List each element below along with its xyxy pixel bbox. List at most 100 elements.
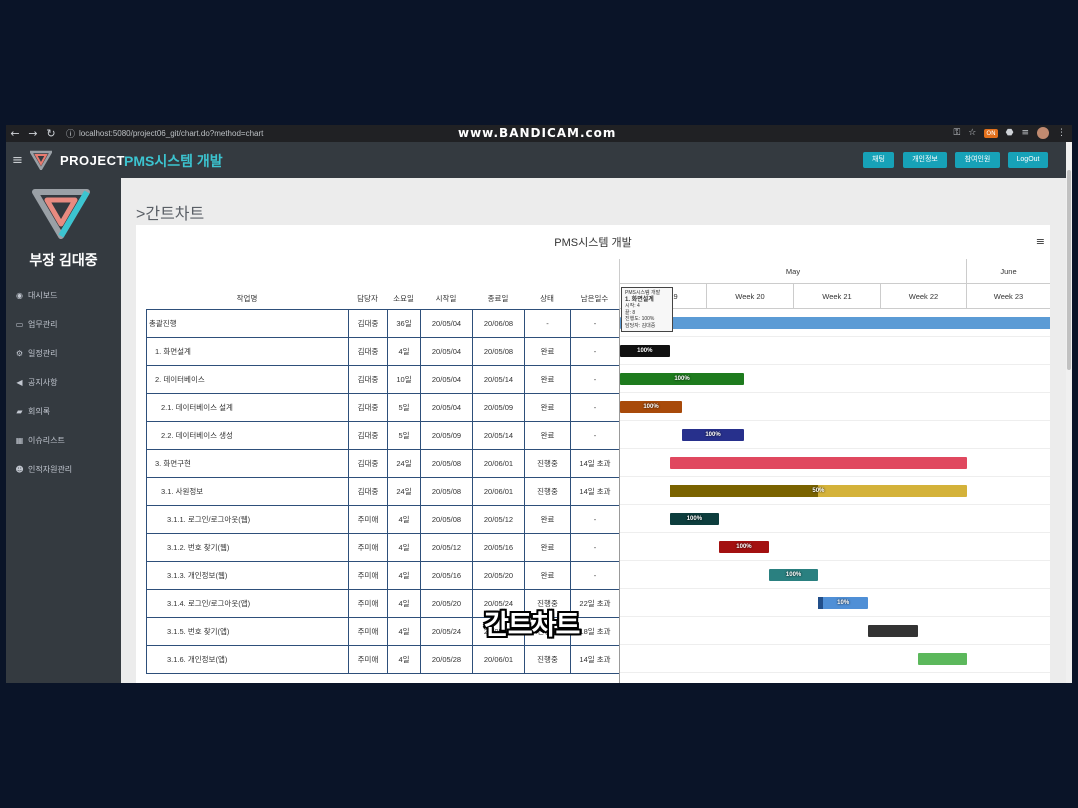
timeline-header: May June Week 19 Week 20 Week 21 Week 22… xyxy=(619,259,1050,309)
back-icon[interactable]: ← xyxy=(6,127,24,140)
profile-avatar[interactable] xyxy=(1037,127,1049,139)
gantt-bar[interactable]: 100% xyxy=(620,401,682,413)
table-cell-days: 24일 xyxy=(387,449,421,478)
table-row[interactable]: 3.1. 사원정보 김대중 24일 20/05/08 20/06/01 진행중 14일 초과 xyxy=(146,477,620,506)
user-name: 부장 김대중 xyxy=(29,252,98,268)
gantt-bar[interactable]: 10% xyxy=(818,597,868,609)
book-icon: ▰ xyxy=(16,407,23,416)
column-header[interactable]: 종료일 xyxy=(472,293,524,304)
gantt-bar[interactable] xyxy=(917,653,968,665)
column-header[interactable]: 상태 xyxy=(524,293,570,304)
gantt-bar[interactable] xyxy=(868,625,918,637)
gantt-bar[interactable]: 100% xyxy=(719,541,769,553)
extension-icon[interactable]: ON xyxy=(984,128,998,138)
table-row[interactable]: 2.2. 데이터베이스 생성 김대중 5일 20/05/09 20/05/14 완료 - xyxy=(146,421,620,450)
playlist-icon[interactable]: ≡ xyxy=(1021,128,1029,138)
sidebar-item-hr[interactable]: ☻ 인적자원관리 xyxy=(15,464,72,475)
table-row[interactable]: 3.1.6. 개인정보(앱) 주미애 4일 20/05/28 20/06/01 진행중 14… xyxy=(146,645,620,674)
brand-label: PROJECT xyxy=(60,153,125,168)
table-cell-end: 20/05/12 xyxy=(472,505,525,534)
sidebar-item-dashboard[interactable]: ◉ 대시보드 xyxy=(15,290,57,301)
table-cell-end: 20/05/09 xyxy=(472,393,525,422)
table-cell-name: 3.1. 사원정보 xyxy=(146,477,349,506)
column-header[interactable]: 남은일수 xyxy=(570,293,619,304)
table-cell-days: 4일 xyxy=(387,533,421,562)
table-cell-name: 3.1.2. 번호 찾기(웹) xyxy=(146,533,349,562)
table-cell-start: 20/05/12 xyxy=(420,533,473,562)
table-row[interactable]: 2. 데이터베이스 김대중 10일 20/05/04 20/05/14 완료 - xyxy=(146,365,620,394)
hamburger-icon[interactable]: ≡ xyxy=(12,153,23,168)
table-row[interactable]: 3.1.1. 로그인/로그아웃(웹) 주미애 4일 20/05/08 20/05/12 완… xyxy=(146,505,620,534)
forward-icon[interactable]: → xyxy=(24,127,42,140)
key-icon[interactable]: ⚿ xyxy=(953,128,960,138)
sidebar-item-label: 대시보드 xyxy=(28,291,58,300)
table-row[interactable]: 2.1. 데이터베이스 설계 김대중 5일 20/05/04 20/05/09 완료 - xyxy=(146,393,620,422)
table-cell-days: 4일 xyxy=(387,617,421,646)
gantt-bar[interactable]: 100% xyxy=(620,345,670,357)
table-cell-status: 완료 xyxy=(524,421,571,450)
main-content: >간트차트 PMS시스템 개발 ≡ 작업명 담당자 소요일 시작일 종료일 상태… xyxy=(121,178,1072,683)
table-row[interactable]: 3.1.2. 번호 찾기(웹) 주미애 4일 20/05/12 20/05/16 완료 - xyxy=(146,533,620,562)
star-icon[interactable]: ☆ xyxy=(968,128,976,138)
sidebar-item-notices[interactable]: ◀ 공지사항 xyxy=(15,377,57,388)
table-row[interactable]: 1. 화면설계 김대중 4일 20/05/04 20/05/08 완료 - xyxy=(146,337,620,366)
table-cell-owner: 김대중 xyxy=(348,449,388,478)
table-cell-end: 20/05/20 xyxy=(472,561,525,590)
info-icon[interactable]: ⓘ xyxy=(66,127,75,140)
table-cell-owner: 김대중 xyxy=(348,421,388,450)
week-header: Week 23 xyxy=(966,284,1050,309)
table-cell-start: 20/05/08 xyxy=(420,505,473,534)
pdf-extension-icon[interactable]: ⬣ xyxy=(1006,128,1014,138)
gantt-bar[interactable] xyxy=(620,317,1050,329)
sidebar-item-minutes[interactable]: ▰ 회의록 xyxy=(15,406,50,417)
profile-button[interactable]: 개인정보 xyxy=(903,152,947,168)
gantt-panel: PMS시스템 개발 ≡ 작업명 담당자 소요일 시작일 종료일 상태 남은일수 … xyxy=(136,225,1050,683)
table-cell-remain: 14일 초과 xyxy=(570,449,620,478)
members-button[interactable]: 참여인원 xyxy=(955,152,1000,168)
table-cell-owner: 김대중 xyxy=(348,309,388,338)
gantt-bar[interactable]: 100% xyxy=(768,569,819,581)
table-cell-days: 4일 xyxy=(387,505,421,534)
chat-button[interactable]: 채팅 xyxy=(863,152,894,168)
more-menu-icon[interactable]: ⋮ xyxy=(1057,128,1066,138)
column-header[interactable]: 작업명 xyxy=(146,293,348,304)
sidebar-item-issues[interactable]: ▦ 이슈리스트 xyxy=(15,435,65,446)
table-cell-remain: - xyxy=(570,365,620,394)
bar-progress-label: 100% xyxy=(736,544,752,550)
table-cell-status: 완료 xyxy=(524,561,571,590)
gantt-bar[interactable] xyxy=(669,457,968,469)
sidebar-item-label: 이슈리스트 xyxy=(28,436,65,445)
table-row[interactable]: 3.1.3. 개인정보(웹) 주미애 4일 20/05/16 20/05/20 완료 - xyxy=(146,561,620,590)
gantt-bar[interactable]: 100% xyxy=(620,373,744,385)
reload-icon[interactable]: ↻ xyxy=(42,127,60,140)
column-header[interactable]: 소요일 xyxy=(387,293,420,304)
desktop-icon: ▭ xyxy=(15,320,24,329)
week-header: Week 20 xyxy=(706,284,793,309)
scroll-thumb[interactable] xyxy=(1067,170,1071,370)
url-bar[interactable]: localhost:5080/project06_git/chart.do?me… xyxy=(79,129,263,138)
cogs-icon: ⚙ xyxy=(15,349,24,358)
scrollbar[interactable] xyxy=(1066,142,1072,683)
logo-icon xyxy=(30,150,52,170)
table-cell-start: 20/05/04 xyxy=(420,393,473,422)
table-cell-status: 완료 xyxy=(524,365,571,394)
table-row[interactable]: 3. 화면구현 김대중 24일 20/05/08 20/06/01 진행중 14일 초과 xyxy=(146,449,620,478)
logout-button[interactable]: LogOut xyxy=(1008,152,1048,168)
table-cell-start: 20/05/04 xyxy=(420,365,473,394)
table-cell-remain: - xyxy=(570,505,620,534)
column-header[interactable]: 담당자 xyxy=(348,293,387,304)
gantt-row xyxy=(620,449,1050,477)
recording-watermark: www.BANDICAM.com xyxy=(458,126,617,140)
table-cell-start: 20/05/28 xyxy=(420,645,473,674)
column-header[interactable]: 시작일 xyxy=(420,293,472,304)
table-cell-remain: - xyxy=(570,421,620,450)
table-cell-remain: 14일 초과 xyxy=(570,477,620,506)
gantt-bar[interactable]: 100% xyxy=(682,429,744,441)
table-cell-name: 3.1.5. 번호 찾기(앱) xyxy=(146,617,349,646)
gantt-bar[interactable]: 50% xyxy=(669,485,968,497)
gantt-bar[interactable]: 100% xyxy=(669,513,720,525)
table-row[interactable]: 총괄진행 김대중 36일 20/05/04 20/06/08- - xyxy=(146,309,620,338)
sidebar-item-tasks[interactable]: ▭ 업무관리 xyxy=(15,319,58,330)
menu-icon[interactable]: ≡ xyxy=(1036,235,1045,248)
sidebar-item-schedule[interactable]: ⚙ 일정관리 xyxy=(15,348,58,359)
